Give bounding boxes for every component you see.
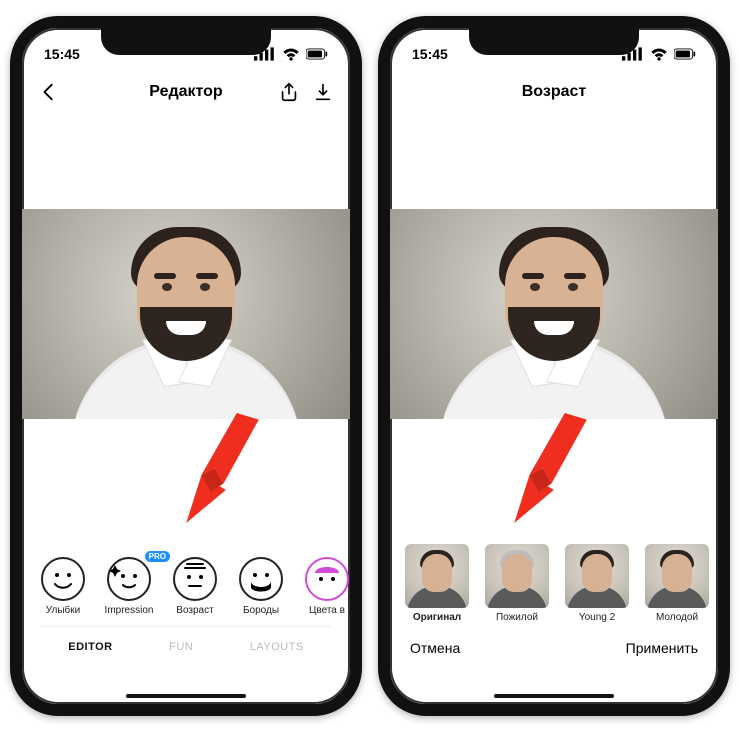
- nav-bar: Редактор: [22, 70, 350, 114]
- nav-bar: Возраст: [390, 70, 718, 114]
- editor-tabs: EDITOR FUN LAYOUTS: [40, 626, 332, 666]
- home-indicator[interactable]: [126, 694, 246, 698]
- face-beard-icon: [239, 557, 283, 601]
- age-option-strip[interactable]: Оригинал Пожилой Young 2 Молодой: [390, 544, 718, 630]
- option-thumb: [645, 544, 709, 608]
- filter-colors[interactable]: Цвета в: [296, 557, 350, 616]
- option-thumb: [405, 544, 469, 608]
- status-time: 15:45: [412, 46, 448, 62]
- age-option-old[interactable]: Пожилой: [482, 544, 552, 623]
- action-bar: Отмена Применить: [390, 630, 718, 656]
- spacer: [22, 114, 350, 209]
- download-icon[interactable]: [312, 81, 334, 103]
- age-option-original[interactable]: Оригинал: [402, 544, 472, 623]
- notch: [101, 27, 271, 55]
- status-time: 15:45: [44, 46, 80, 62]
- share-icon[interactable]: [278, 81, 300, 103]
- filter-beards[interactable]: Бороды: [230, 557, 292, 616]
- tab-fun[interactable]: FUN: [169, 641, 193, 653]
- filter-label: Бороды: [243, 605, 279, 616]
- age-option-young2[interactable]: Young 2: [562, 544, 632, 623]
- filter-label: Улыбки: [46, 605, 80, 616]
- battery-icon: [306, 43, 328, 65]
- page-title: Возраст: [466, 83, 642, 101]
- filter-impression[interactable]: PRO Impression: [98, 557, 160, 616]
- notch: [469, 27, 639, 55]
- phone-left: 15:45 Редактор: [10, 16, 362, 716]
- spacer: [390, 419, 718, 544]
- annotation-arrow: [162, 413, 272, 523]
- face-smile-icon: [41, 557, 85, 601]
- home-indicator[interactable]: [494, 694, 614, 698]
- option-label: Оригинал: [413, 612, 461, 623]
- spacer: [22, 419, 350, 544]
- age-option-young[interactable]: Молодой: [642, 544, 712, 623]
- battery-icon: [674, 43, 696, 65]
- back-icon[interactable]: [38, 81, 60, 103]
- face-sparkle-icon: [107, 557, 151, 601]
- phone-right: 15:45 Возраст: [378, 16, 730, 716]
- tab-layouts[interactable]: LAYOUTS: [250, 641, 304, 653]
- tab-editor[interactable]: EDITOR: [68, 641, 112, 653]
- filter-age[interactable]: Возраст: [164, 557, 226, 616]
- option-thumb: [485, 544, 549, 608]
- spacer: [390, 114, 718, 209]
- option-label: Young 2: [579, 612, 615, 623]
- option-thumb: [565, 544, 629, 608]
- cancel-button[interactable]: Отмена: [410, 640, 460, 656]
- wifi-icon: [280, 43, 302, 65]
- apply-button[interactable]: Применить: [626, 640, 698, 656]
- photo-preview[interactable]: [22, 209, 350, 419]
- wifi-icon: [648, 43, 670, 65]
- filter-label: Цвета в: [309, 605, 345, 616]
- filter-smiles[interactable]: Улыбки: [32, 557, 94, 616]
- option-label: Пожилой: [496, 612, 538, 623]
- option-label: Молодой: [656, 612, 698, 623]
- page-title: Редактор: [98, 83, 274, 101]
- annotation-arrow: [490, 413, 600, 523]
- filter-label: Impression: [105, 605, 154, 616]
- photo-preview[interactable]: [390, 209, 718, 419]
- filter-strip[interactable]: Улыбки PRO Impression Возраст Бороды Ц: [22, 544, 350, 616]
- face-age-icon: [173, 557, 217, 601]
- filter-label: Возраст: [176, 605, 213, 616]
- face-hair-color-icon: [305, 557, 349, 601]
